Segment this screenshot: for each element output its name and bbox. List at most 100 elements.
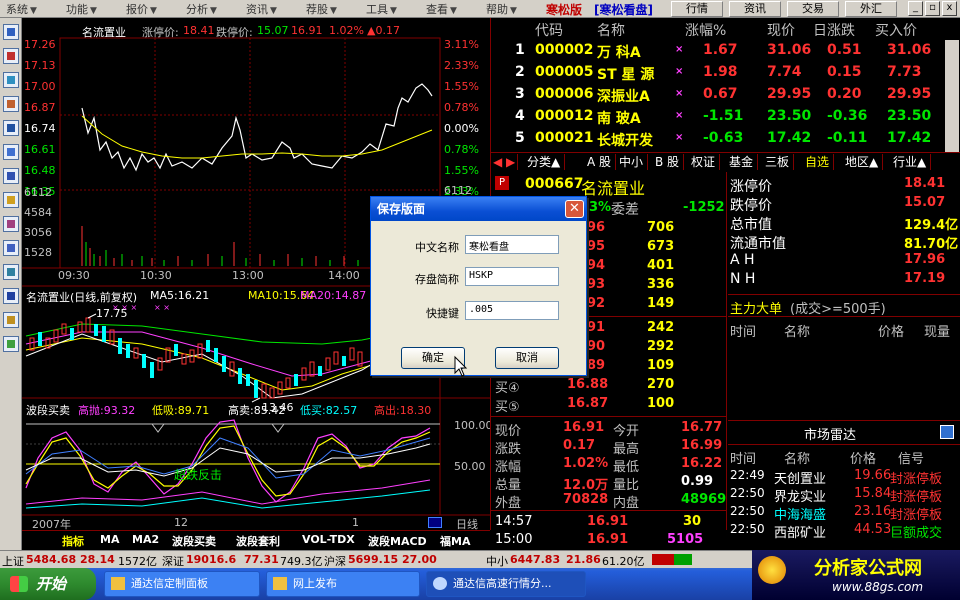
col-header-percent[interactable]: 涨幅% xyxy=(685,20,726,40)
list-icon[interactable] xyxy=(3,24,19,40)
mail-icon[interactable] xyxy=(3,192,19,208)
radar-name[interactable]: 西部矿业 xyxy=(774,522,826,541)
folder-icon xyxy=(273,577,287,590)
radar-name[interactable]: 中海海盛 xyxy=(774,504,826,523)
quote-mode-button[interactable]: 行情 xyxy=(671,1,723,17)
menu-item-5[interactable]: 荐股 ▼ xyxy=(306,1,337,17)
indicator-tab-4[interactable]: 波段套利 xyxy=(236,533,280,549)
ask-volume: 336 xyxy=(647,277,675,292)
formula-icon[interactable] xyxy=(3,240,19,256)
info-block: 涨停价 18.41 跌停价 15.07 总市值 129.4亿 流通市值 81.70亿 A H 17… xyxy=(728,172,960,541)
export-icon[interactable] xyxy=(3,288,19,304)
link-icon[interactable] xyxy=(3,312,19,328)
quote-cell-bid: 29.95 xyxy=(887,86,932,102)
news-mode-button[interactable]: 资讯 xyxy=(729,1,781,17)
menu-item-4[interactable]: 资讯 ▼ xyxy=(246,1,277,17)
quote-cell-price: 23.50 xyxy=(767,108,812,124)
task-tdx-quote[interactable]: 通达信高速行情分... xyxy=(426,571,586,597)
start-button[interactable]: 开始 xyxy=(0,568,96,600)
task-web-publish[interactable]: 网上发布 xyxy=(266,571,420,597)
table-icon[interactable] xyxy=(3,48,19,64)
radar-signal: 封涨停板 xyxy=(890,490,943,505)
tab-category-2[interactable]: 中小 xyxy=(615,154,649,170)
users-icon[interactable] xyxy=(3,216,19,232)
menu-item-7[interactable]: 查看 ▼ xyxy=(426,1,457,17)
tab-category-8[interactable]: 地区▲ xyxy=(841,154,884,170)
restore-button[interactable]: ▫ xyxy=(925,1,940,16)
stat-value: 1.02% xyxy=(563,456,609,471)
menu-item-0[interactable]: 系统 ▼ xyxy=(6,1,37,17)
indicator-tab-3[interactable]: 波段买卖 xyxy=(172,533,216,549)
search-icon[interactable] xyxy=(3,264,19,280)
indicator-tab-7[interactable]: 福MA xyxy=(440,533,470,549)
col-header-change[interactable]: 日涨跌 xyxy=(813,20,855,40)
quote-cell-price: 17.42 xyxy=(767,130,812,146)
line-chart-icon[interactable] xyxy=(3,72,19,88)
tab-category-4[interactable]: 权证 xyxy=(687,154,721,170)
settings-icon[interactable] xyxy=(3,336,19,352)
dialog-title[interactable]: 保存版面 xyxy=(371,197,586,221)
tab-prev-icon[interactable]: ◀ ▶ xyxy=(491,154,519,170)
quote-row[interactable]: 2 000005 ST 星 源 1.98 7.74 0.15 7.73 × xyxy=(491,62,946,83)
cn-name-label: 中文名称 xyxy=(415,241,459,254)
radar-name[interactable]: 界龙实业 xyxy=(774,486,826,505)
document-icon[interactable] xyxy=(3,168,19,184)
quote-row[interactable]: 5 000021 长城开发 -0.63 17.42 -0.11 17.42 × xyxy=(491,128,946,149)
candle-chart-icon[interactable] xyxy=(3,96,19,112)
bid-label: 买④ xyxy=(495,381,520,396)
cn-name-input[interactable]: 寒松看盘 xyxy=(465,235,559,254)
scroll-handle[interactable] xyxy=(428,517,442,528)
quote-row[interactable]: 3 000006 深振业A 0.67 29.95 0.20 29.95 × xyxy=(491,84,946,105)
quote-scrollbar[interactable] xyxy=(945,40,959,152)
tab-category-3[interactable]: B 股 xyxy=(651,154,685,170)
indicator-tab-0[interactable]: 指标 xyxy=(62,533,84,549)
radar-title: 市场雷达 xyxy=(804,428,857,443)
grid-icon[interactable] xyxy=(3,144,19,160)
tab-category-6[interactable]: 三板 xyxy=(761,154,795,170)
tab-category-7[interactable]: 自选 xyxy=(801,154,835,170)
quote-row[interactable]: 4 000012 南 玻A -1.51 23.50 -0.36 23.50 × xyxy=(491,106,946,127)
indicator-tab-2[interactable]: MA2 xyxy=(132,533,159,546)
minimize-button[interactable]: _ xyxy=(908,1,923,16)
tab-category-1[interactable]: A 股 xyxy=(583,154,617,170)
indicator-tab-6[interactable]: 波段MACD xyxy=(368,533,427,549)
col-header-name[interactable]: 名称 xyxy=(597,20,625,40)
trade-mode-button[interactable]: 交易 xyxy=(787,1,839,17)
radar-price: 19.66 xyxy=(854,468,892,483)
cancel-button[interactable]: 取消 xyxy=(495,347,559,369)
big-order-col-price: 价格 xyxy=(878,325,905,340)
menu-item-1[interactable]: 功能 ▼ xyxy=(66,1,97,17)
dialog-close-icon[interactable]: ✕ xyxy=(565,200,584,218)
col-header-price[interactable]: 现价 xyxy=(767,20,795,40)
col-header-bid[interactable]: 买入价 xyxy=(875,20,917,40)
sh-index-change: 28.14 xyxy=(80,553,115,566)
quote-cell-price: 7.74 xyxy=(767,64,802,80)
wb-value: -1252 xyxy=(683,200,725,215)
menu-item-8[interactable]: 帮助 ▼ xyxy=(486,1,517,17)
report-icon[interactable] xyxy=(3,120,19,136)
col-header-code[interactable]: 代码 xyxy=(535,20,563,40)
ask-price: 95 xyxy=(587,239,606,254)
hotkey-input[interactable]: .005 xyxy=(465,301,559,320)
hs-index-label: 沪深 xyxy=(324,555,346,568)
tab-category-9[interactable]: 行业▲ xyxy=(889,154,932,170)
chevron-down-icon: ▼ xyxy=(150,6,157,16)
short-name-input[interactable]: HSKP xyxy=(465,267,559,286)
tab-category-5[interactable]: 基金 xyxy=(725,154,759,170)
menu-item-3[interactable]: 分析 ▼ xyxy=(186,1,217,17)
stat-value: 16.77 xyxy=(681,420,723,435)
close-button[interactable]: x xyxy=(942,1,957,16)
hs-index-value: 5699.15 xyxy=(348,553,399,566)
menu-item-2[interactable]: 报价 ▼ xyxy=(126,1,157,17)
chevron-down-icon: ▼ xyxy=(30,6,37,16)
radar-name[interactable]: 天创置业 xyxy=(774,468,826,487)
menu-item-6[interactable]: 工具 ▼ xyxy=(366,1,397,17)
indicator-tab-5[interactable]: VOL-TDX xyxy=(302,533,355,546)
task-custom-panel[interactable]: 通达信定制面板 xyxy=(104,571,260,597)
indicator-tab-1[interactable]: MA xyxy=(100,533,119,546)
tab-category-0[interactable]: 分类▲ xyxy=(523,154,566,170)
quote-row[interactable]: 1 000002 万 科A 1.67 31.06 0.51 31.06 × xyxy=(491,40,946,61)
radar-settings-icon[interactable] xyxy=(940,425,954,439)
bid-price: 90 xyxy=(587,339,606,354)
forex-mode-button[interactable]: 外汇 xyxy=(845,1,897,17)
